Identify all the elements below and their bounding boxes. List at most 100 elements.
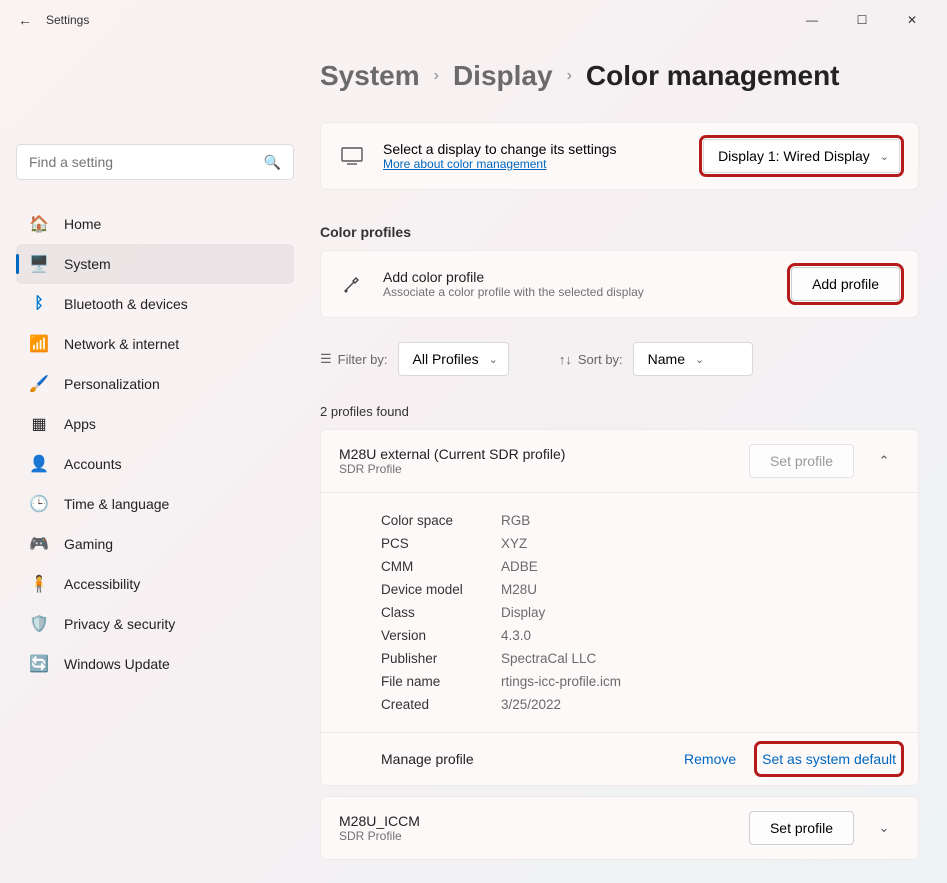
detail-key: Color space	[381, 513, 501, 528]
sidebar: 🔍 🏠 Home 🖥️ System ᛒ Bluetooth & devices 📶 N…	[0, 40, 310, 883]
profile-footer: Manage profile Remove Set as system defa…	[321, 732, 918, 785]
profile-count: 2 profiles found	[320, 404, 919, 419]
sidebar-item-label: Home	[64, 216, 101, 232]
chevron-down-icon: ⌄	[695, 353, 704, 366]
display-selector-card: Select a display to change its settings …	[320, 122, 919, 190]
sidebar-item-accessibility[interactable]: 🧍Accessibility	[16, 564, 294, 604]
sidebar-item-personalization[interactable]: 🖌️Personalization	[16, 364, 294, 404]
home-icon: 🏠	[28, 213, 50, 235]
add-profile-card: Add color profile Associate a color prof…	[320, 250, 919, 318]
detail-key: Created	[381, 697, 501, 712]
sidebar-item-apps[interactable]: ▦Apps	[16, 404, 294, 444]
detail-value: rtings-icc-profile.icm	[501, 674, 621, 689]
shield-icon: 🛡️	[28, 613, 50, 635]
profile-name: M28U external (Current SDR profile)	[339, 446, 735, 462]
breadcrumb-display[interactable]: Display	[453, 60, 553, 92]
search-icon: 🔍	[264, 154, 281, 171]
color-mgmt-link[interactable]: More about color management	[383, 157, 546, 171]
detail-value: SpectraCal LLC	[501, 651, 596, 666]
profile-details: Color spaceRGB PCSXYZ CMMADBE Device mod…	[321, 492, 918, 732]
profile-card: M28U external (Current SDR profile) SDR …	[320, 429, 919, 786]
breadcrumb-current: Color management	[586, 60, 840, 92]
sidebar-item-home[interactable]: 🏠 Home	[16, 204, 294, 244]
sidebar-item-label: Accounts	[64, 456, 122, 472]
filter-label: Filter by:	[338, 352, 388, 367]
sidebar-item-label: Gaming	[64, 536, 113, 552]
sidebar-item-label: Apps	[64, 416, 96, 432]
detail-key: CMM	[381, 559, 501, 574]
sidebar-item-label: System	[64, 256, 111, 272]
search-input[interactable]	[29, 154, 264, 170]
detail-value: ADBE	[501, 559, 538, 574]
profile-type: SDR Profile	[339, 829, 735, 843]
detail-value: RGB	[501, 513, 530, 528]
back-button[interactable]: ←	[10, 5, 40, 35]
chevron-up-icon: ⌃	[879, 453, 890, 468]
detail-key: PCS	[381, 536, 501, 551]
filter-row: ☰Filter by: All Profiles ⌄ ↑↓Sort by: Na…	[320, 342, 919, 376]
sidebar-item-privacy[interactable]: 🛡️Privacy & security	[16, 604, 294, 644]
search-box[interactable]: 🔍	[16, 144, 294, 180]
sort-value: Name	[648, 351, 685, 367]
titlebar: ← Settings — ☐ ✕	[0, 0, 947, 40]
sidebar-item-system[interactable]: 🖥️ System	[16, 244, 294, 284]
detail-value: Display	[501, 605, 545, 620]
collapse-button[interactable]: ⌃	[868, 445, 900, 477]
sidebar-item-label: Windows Update	[64, 656, 170, 672]
breadcrumb-system[interactable]: System	[320, 60, 420, 92]
sidebar-item-accounts[interactable]: 👤 Accounts	[16, 444, 294, 484]
sidebar-item-label: Time & language	[64, 496, 169, 512]
close-button[interactable]: ✕	[897, 5, 927, 35]
chevron-right-icon: ›	[567, 67, 572, 85]
filter-dropdown[interactable]: All Profiles ⌄	[398, 342, 509, 376]
chevron-down-icon: ⌄	[880, 150, 889, 163]
sidebar-item-time[interactable]: 🕒 Time & language	[16, 484, 294, 524]
detail-key: Version	[381, 628, 501, 643]
breadcrumb: System › Display › Color management	[320, 60, 919, 92]
sidebar-item-label: Network & internet	[64, 336, 179, 352]
maximize-button[interactable]: ☐	[847, 5, 877, 35]
profile-card: M28U_ICCM SDR Profile Set profile ⌄	[320, 796, 919, 860]
bluetooth-icon: ᛒ	[28, 293, 50, 315]
profile-name: M28U_ICCM	[339, 813, 735, 829]
set-default-link[interactable]: Set as system default	[758, 745, 900, 773]
sidebar-item-update[interactable]: 🔄Windows Update	[16, 644, 294, 684]
system-icon: 🖥️	[28, 253, 50, 275]
sidebar-item-network[interactable]: 📶 Network & internet	[16, 324, 294, 364]
profile-header[interactable]: M28U_ICCM SDR Profile Set profile ⌄	[321, 797, 918, 859]
app-title: Settings	[46, 13, 89, 27]
clock-icon: 🕒	[28, 493, 50, 515]
chevron-down-icon: ⌄	[489, 353, 498, 366]
person-icon: 👤	[28, 453, 50, 475]
display-dropdown[interactable]: Display 1: Wired Display ⌄	[703, 139, 900, 173]
profile-header[interactable]: M28U external (Current SDR profile) SDR …	[321, 430, 918, 492]
add-profile-button[interactable]: Add profile	[791, 267, 900, 301]
filter-icon: ☰	[320, 351, 332, 367]
remove-link[interactable]: Remove	[684, 751, 736, 767]
add-profile-sub: Associate a color profile with the selec…	[383, 285, 773, 299]
nav-list: 🏠 Home 🖥️ System ᛒ Bluetooth & devices 📶 Net…	[16, 204, 294, 684]
set-profile-button[interactable]: Set profile	[749, 811, 854, 845]
monitor-icon	[339, 143, 365, 169]
brush-icon: 🖌️	[28, 373, 50, 395]
detail-key: Device model	[381, 582, 501, 597]
window-controls: — ☐ ✕	[797, 5, 937, 35]
detail-key: Publisher	[381, 651, 501, 666]
profile-type: SDR Profile	[339, 462, 735, 476]
filter-value: All Profiles	[413, 351, 479, 367]
sidebar-item-label: Bluetooth & devices	[64, 296, 188, 312]
sidebar-item-label: Accessibility	[64, 576, 140, 592]
section-color-profiles: Color profiles	[320, 224, 919, 240]
display-dropdown-value: Display 1: Wired Display	[718, 148, 870, 164]
expand-button[interactable]: ⌄	[868, 812, 900, 844]
detail-value: M28U	[501, 582, 537, 597]
wifi-icon: 📶	[28, 333, 50, 355]
sort-dropdown[interactable]: Name ⌄	[633, 342, 753, 376]
chevron-right-icon: ›	[434, 67, 439, 85]
detail-value: 3/25/2022	[501, 697, 561, 712]
detail-value: 4.3.0	[501, 628, 531, 643]
eyedropper-icon	[339, 271, 365, 297]
minimize-button[interactable]: —	[797, 5, 827, 35]
sidebar-item-bluetooth[interactable]: ᛒ Bluetooth & devices	[16, 284, 294, 324]
sidebar-item-gaming[interactable]: 🎮Gaming	[16, 524, 294, 564]
